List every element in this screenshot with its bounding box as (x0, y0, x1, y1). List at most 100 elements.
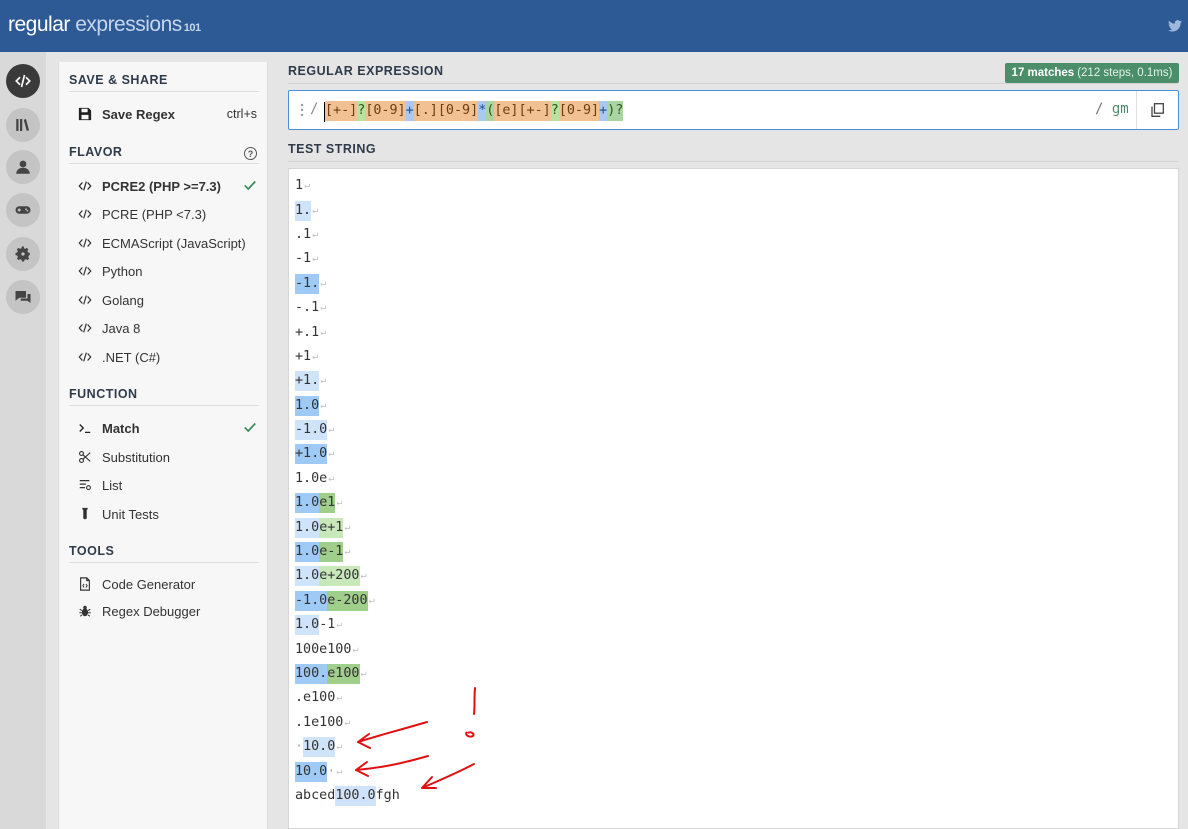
test-text: .1 (295, 226, 312, 242)
flavor-item-ecmascript[interactable]: ECMAScript (JavaScript) (77, 231, 257, 255)
newline-icon: ↵ (312, 253, 319, 265)
test-line: 1.0 e1 ↵ (295, 491, 400, 515)
test-text: 1 (295, 178, 304, 194)
regex-token: [0-9] (437, 101, 479, 121)
test-line: 100e100 ↵ (295, 637, 400, 661)
newline-icon: ↵ (320, 399, 327, 411)
newline-icon: ↵ (360, 570, 367, 582)
flavor-title: FLAVOR (69, 145, 123, 159)
code-icon[interactable] (6, 64, 40, 98)
regex-pattern[interactable]: [+-]? [0-9] + [.] [0-9] *([e] [+-]? [0-9] +)? (324, 101, 624, 122)
test-line: -1 ↵ (295, 247, 400, 271)
newline-icon: ↵ (328, 472, 335, 484)
match-highlight: -1.0 (295, 590, 328, 611)
icon-rail (0, 52, 46, 829)
account-icon[interactable] (6, 150, 40, 184)
library-icon[interactable] (6, 108, 40, 142)
flavor-item-pcre2[interactable]: PCRE2 (PHP >=7.3) (77, 174, 257, 198)
flavor-item-dotnet[interactable]: .NET (C#) (77, 345, 257, 369)
test-text: +1 (295, 348, 312, 364)
newline-icon: ↵ (328, 424, 335, 436)
flavor-item-java[interactable]: Java 8 (77, 316, 257, 340)
floppy-disk-icon (77, 106, 93, 122)
bug-icon (77, 603, 93, 619)
newline-icon: ↵ (344, 521, 351, 533)
test-line: +1. ↵ (295, 369, 400, 393)
save-regex-button[interactable]: Save Regex ctrl+s (77, 102, 257, 126)
newline-icon: ↵ (344, 716, 351, 728)
terminal-icon (77, 420, 93, 436)
newline-icon: ↵ (312, 228, 319, 240)
test-string-title: TEST STRING (288, 142, 377, 156)
regex-token: [e] (494, 101, 519, 121)
chat-icon[interactable] (6, 280, 40, 314)
save-share-title: SAVE & SHARE (69, 73, 168, 87)
help-icon[interactable]: ? (244, 147, 257, 160)
match-highlight: 1.0 (295, 493, 320, 514)
test-line: -1.0 e-200 ↵ (295, 589, 400, 613)
regex-flags[interactable]: / gm (1095, 101, 1129, 117)
regex-title: REGULAR EXPRESSION (288, 64, 444, 78)
newline-icon: ↵ (320, 326, 327, 338)
flavor-item-pcre[interactable]: PCRE (PHP <7.3) (77, 202, 257, 226)
test-line: .1e100 ↵ (295, 711, 400, 735)
test-tube-icon (77, 506, 93, 522)
test-line: abced 100.0 fgh (295, 784, 400, 808)
match-highlight: 100. (295, 664, 328, 684)
function-title: FUNCTION (69, 387, 138, 401)
test-lines[interactable]: 1 ↵ 1. ↵ .1 ↵ -1 ↵ -1. ↵ -.1 ↵ +.1 ↵ +1 ↵ +1. ↵ 1.0 ↵ -1.0 ↵ +… (295, 174, 400, 808)
function-item-unit-tests[interactable]: Unit Tests (77, 502, 257, 526)
divider (69, 163, 259, 164)
match-highlight: 1. (295, 200, 312, 221)
newline-icon: ↵ (336, 765, 343, 777)
code-icon (77, 292, 93, 308)
delimiter-open: / (310, 101, 319, 117)
newline-icon: ↵ (320, 375, 327, 387)
newline-icon: ↵ (352, 643, 359, 655)
match-highlight: 10.0 (295, 761, 328, 782)
test-text: +.1 (295, 324, 320, 340)
twitter-icon[interactable] (1168, 20, 1182, 32)
regex-token: + (599, 101, 608, 121)
newline-icon: ↵ (336, 692, 343, 704)
drag-handle-icon[interactable] (300, 103, 304, 117)
test-line: .e100 ↵ (295, 686, 400, 710)
test-string-editor[interactable]: 1 ↵ 1. ↵ .1 ↵ -1 ↵ -1. ↵ -.1 ↵ +.1 ↵ +1 ↵ +1. ↵ 1.0 ↵ -1.0 ↵ +… (288, 168, 1179, 829)
code-icon (77, 349, 93, 365)
test-text: .1e100 (295, 714, 344, 730)
match-highlight: 1.0 (295, 395, 320, 416)
quiz-icon[interactable] (6, 193, 40, 227)
function-item-match[interactable]: Match (77, 416, 257, 440)
tools-item-regex-debugger[interactable]: Regex Debugger (77, 599, 257, 623)
test-line: +1.0 ↵ (295, 442, 400, 466)
site-logo[interactable]: regular expressions 101 (8, 13, 201, 37)
newline-icon: ↵ (320, 302, 327, 314)
divider (69, 91, 259, 92)
newline-icon: ↵ (336, 741, 343, 753)
function-item-list[interactable]: List (77, 473, 257, 497)
test-text: · (327, 763, 336, 779)
newline-icon: ↵ (312, 350, 319, 362)
divider (288, 161, 1178, 162)
newline-icon: ↵ (344, 546, 351, 558)
test-line: -.1 ↵ (295, 296, 400, 320)
copy-icon (1151, 103, 1164, 117)
test-line: 100. e100 ↵ (295, 662, 400, 686)
match-highlight: 1.0 (295, 615, 320, 636)
tools-item-code-generator[interactable]: Code Generator (77, 572, 257, 596)
match-highlight: 100.0 (335, 785, 376, 806)
match-highlight: e+1 (319, 517, 344, 538)
flavor-item-python[interactable]: Python (77, 259, 257, 283)
regex-input[interactable]: / [+-]? [0-9] + [.] [0-9] *([e] [+-]? [0-9] +)? … (288, 90, 1179, 130)
settings-icon[interactable] (6, 237, 40, 271)
regex-token: ? (550, 101, 559, 121)
function-item-substitution[interactable]: Substitution (77, 445, 257, 469)
newline-icon: ↵ (336, 497, 343, 509)
test-line: 1.0 -1 ↵ (295, 613, 400, 637)
file-code-icon (77, 576, 93, 592)
newline-icon: ↵ (368, 594, 375, 606)
copy-regex-button[interactable] (1136, 91, 1178, 129)
divider (288, 83, 1178, 84)
flavor-item-golang[interactable]: Golang (77, 288, 257, 312)
test-line: -1.0 ↵ (295, 418, 400, 442)
